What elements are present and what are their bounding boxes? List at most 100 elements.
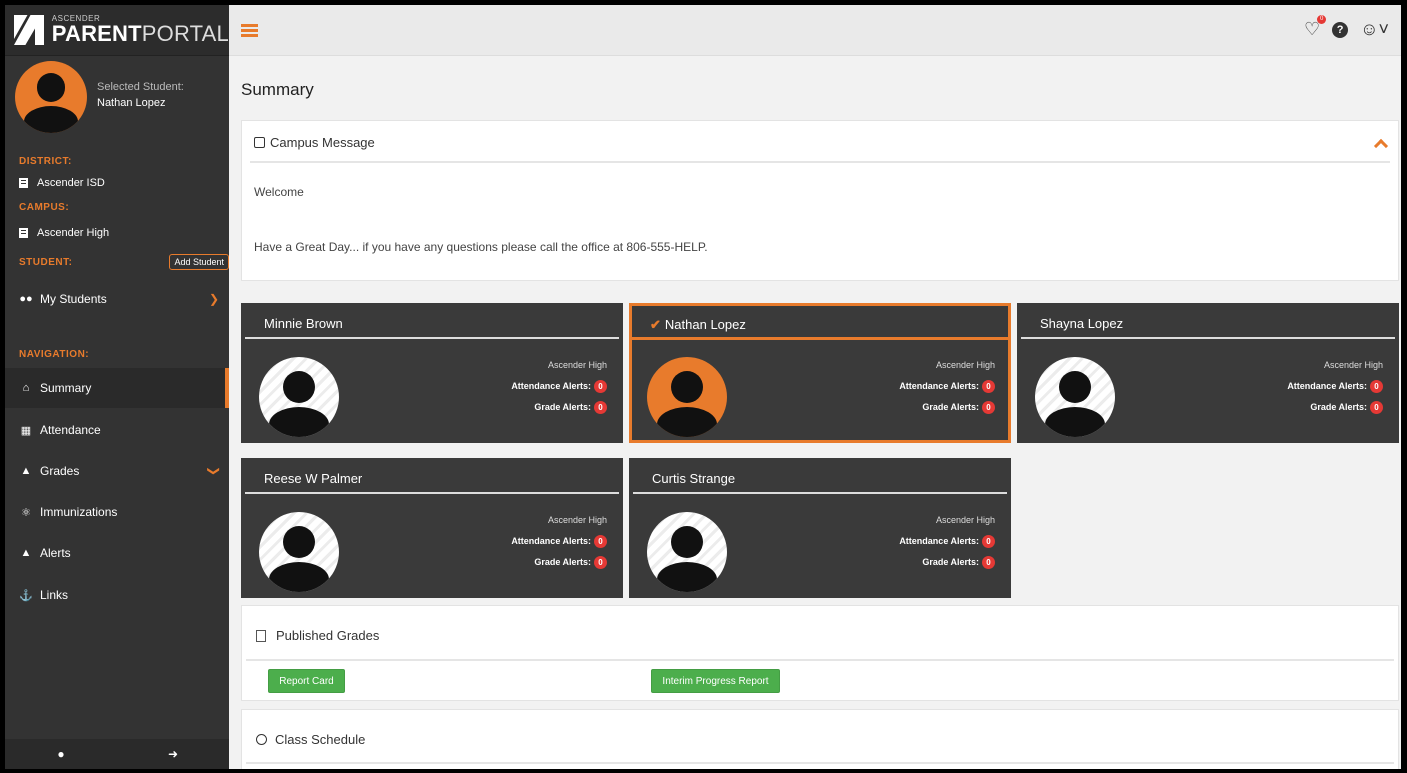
nav-immunizations[interactable]: ⚛ Immunizations bbox=[5, 492, 229, 532]
avatar bbox=[1035, 357, 1115, 437]
district-name: Ascender ISD bbox=[37, 177, 105, 189]
main-content: Summary Campus Message Welcome Have a Gr… bbox=[229, 56, 1401, 769]
grade-alerts-label: Grade Alerts: bbox=[922, 557, 979, 567]
sidebar-footer: ● ➜ bbox=[5, 739, 229, 769]
chevron-down-icon: ❯ bbox=[208, 292, 219, 306]
hamburger-menu-icon[interactable] bbox=[241, 24, 258, 37]
nav-alerts-label: Alerts bbox=[40, 546, 71, 560]
campus-heading: CAMPUS: bbox=[19, 202, 70, 213]
nav-summary[interactable]: ⌂ Summary bbox=[5, 368, 229, 408]
campus-name: Ascender High bbox=[37, 227, 110, 239]
attendance-alerts-badge: 0 bbox=[594, 535, 607, 549]
campus-message-text: Have a Great Day... if you have any ques… bbox=[254, 240, 708, 254]
grade-alerts-label: Grade Alerts: bbox=[534, 557, 591, 567]
student-card-nathan-lopez[interactable]: ✔ Nathan Lopez Ascender High Attendance A… bbox=[629, 303, 1011, 443]
nav-alerts[interactable]: ▲ Alerts bbox=[5, 533, 229, 573]
sidebar: ASCENDER PARENTPORTAL Selected Student: … bbox=[5, 5, 229, 769]
grade-alerts-badge: 0 bbox=[982, 401, 995, 415]
anchor-icon: ⚓ bbox=[19, 589, 33, 602]
campus-message-title: Campus Message bbox=[270, 135, 375, 150]
nav-immunizations-label: Immunizations bbox=[40, 505, 118, 519]
nav-summary-label: Summary bbox=[40, 381, 92, 395]
nav-attendance[interactable]: ▦ Attendance bbox=[5, 410, 229, 450]
selected-student-label: Selected Student: bbox=[97, 81, 184, 93]
grade-alerts-label: Grade Alerts: bbox=[922, 402, 979, 412]
collapse-chevron-icon[interactable] bbox=[1373, 138, 1389, 154]
district-heading: DISTRICT: bbox=[19, 156, 72, 167]
logo[interactable]: ASCENDER PARENTPORTAL bbox=[5, 5, 229, 56]
attendance-alerts-label: Attendance Alerts: bbox=[511, 381, 591, 391]
campus-message-header: Campus Message bbox=[254, 135, 375, 150]
person-icon bbox=[36, 73, 66, 103]
interim-progress-report-button[interactable]: Interim Progress Report bbox=[651, 669, 780, 693]
logo-light-text: PORTAL bbox=[141, 21, 229, 46]
clock-icon bbox=[256, 734, 267, 745]
student-card-minnie-brown[interactable]: Minnie Brown Ascender High Attendance Al… bbox=[241, 303, 623, 443]
ascender-logo-icon bbox=[14, 15, 44, 45]
nav-links[interactable]: ⚓ Links bbox=[5, 575, 229, 615]
app-window: ASCENDER PARENTPORTAL Selected Student: … bbox=[5, 5, 1401, 769]
student-name: Minnie Brown bbox=[264, 316, 343, 331]
profile-icon[interactable]: ● bbox=[5, 739, 117, 769]
selected-student-name: Nathan Lopez bbox=[97, 97, 166, 109]
student-campus: Ascender High bbox=[935, 515, 995, 525]
published-grades-title: Published Grades bbox=[276, 628, 380, 643]
logout-icon[interactable]: ➜ bbox=[117, 739, 229, 769]
building-icon bbox=[19, 178, 28, 188]
student-campus: Ascender High bbox=[547, 360, 607, 370]
attendance-alerts-badge: 0 bbox=[1370, 380, 1383, 394]
nav-links-label: Links bbox=[40, 588, 69, 602]
district-row: Ascender ISD bbox=[5, 177, 105, 189]
student-campus: Ascender High bbox=[547, 515, 607, 525]
campus-message-panel: Campus Message Welcome Have a Great Day.… bbox=[241, 120, 1399, 281]
selected-student: Selected Student: Nathan Lopez bbox=[5, 56, 229, 138]
grade-alerts-label: Grade Alerts: bbox=[534, 402, 591, 412]
grade-alerts-badge: 0 bbox=[594, 401, 607, 415]
class-schedule-panel: Class Schedule bbox=[241, 709, 1399, 769]
grade-alerts-badge: 0 bbox=[1370, 401, 1383, 415]
student-card-reese-w-palmer[interactable]: Reese W Palmer Ascender High Attendance … bbox=[241, 458, 623, 598]
student-name: Shayna Lopez bbox=[1040, 316, 1124, 331]
graduation-cap-icon: ▲ bbox=[20, 465, 32, 477]
add-student-button[interactable]: Add Student bbox=[169, 254, 229, 270]
student-card-curtis-strange[interactable]: Curtis Strange Ascender High Attendance … bbox=[629, 458, 1011, 598]
nav-grades[interactable]: ▲ Grades ❯ bbox=[5, 451, 229, 491]
student-campus: Ascender High bbox=[1323, 360, 1383, 370]
note-icon bbox=[254, 137, 265, 148]
person-icon bbox=[671, 525, 703, 558]
grade-alerts-label: Grade Alerts: bbox=[1310, 402, 1367, 412]
nav-grades-label: Grades bbox=[40, 464, 80, 478]
avatar bbox=[15, 61, 87, 133]
my-students-menu[interactable]: ●● My Students ❯ bbox=[5, 279, 229, 319]
student-name: Curtis Strange bbox=[652, 471, 736, 486]
building-icon bbox=[19, 228, 28, 238]
nav-attendance-label: Attendance bbox=[40, 423, 101, 437]
person-icon bbox=[283, 370, 315, 403]
avatar bbox=[647, 512, 727, 592]
navigation-heading: NAVIGATION: bbox=[19, 349, 90, 360]
help-icon[interactable]: ? bbox=[1332, 21, 1349, 38]
student-name: Nathan Lopez bbox=[664, 317, 746, 332]
avatar bbox=[647, 357, 727, 437]
report-card-button[interactable]: Report Card bbox=[268, 669, 345, 693]
person-icon bbox=[671, 370, 703, 403]
attendance-alerts-label: Attendance Alerts: bbox=[1287, 381, 1367, 391]
chevron-down-icon: ❯ bbox=[206, 465, 221, 477]
avatar bbox=[259, 512, 339, 592]
my-students-label: My Students bbox=[40, 292, 107, 306]
student-card-shayna-lopez[interactable]: Shayna Lopez Ascender High Attendance Al… bbox=[1017, 303, 1399, 443]
grade-alerts-badge: 0 bbox=[982, 556, 995, 570]
student-name: Reese W Palmer bbox=[264, 471, 363, 486]
notification-count: 0 bbox=[1317, 15, 1327, 24]
attendance-alerts-label: Attendance Alerts: bbox=[511, 536, 591, 546]
document-icon bbox=[256, 629, 266, 642]
attendance-alerts-badge: 0 bbox=[594, 380, 607, 394]
bell-icon: ▲ bbox=[20, 547, 32, 559]
user-menu-icon[interactable]: ☺˅ bbox=[1360, 19, 1389, 40]
calendar-icon: ▦ bbox=[20, 424, 32, 437]
student-campus: Ascender High bbox=[935, 360, 995, 370]
welcome-text: Welcome bbox=[254, 185, 304, 199]
class-schedule-title: Class Schedule bbox=[275, 732, 366, 747]
notifications-bell-icon[interactable]: ♡ 0 bbox=[1304, 15, 1327, 40]
student-heading: STUDENT: bbox=[19, 257, 73, 268]
